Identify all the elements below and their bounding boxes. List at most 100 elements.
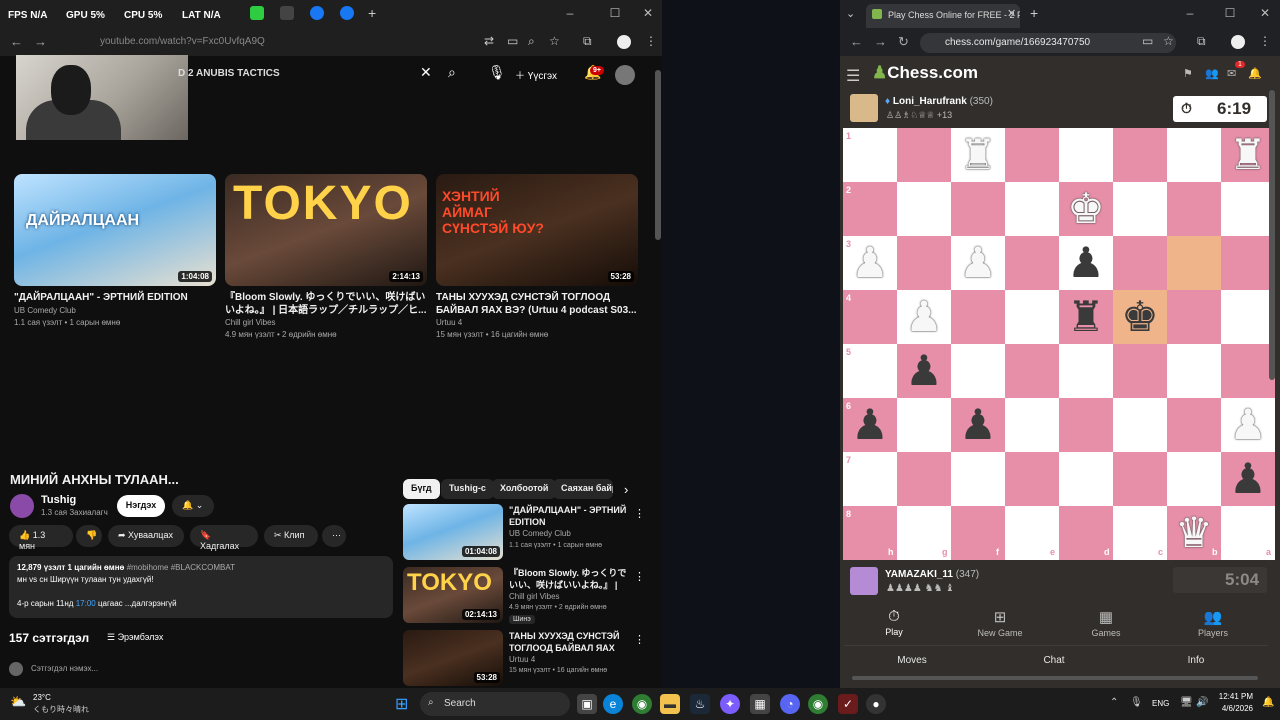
- square-c6[interactable]: [1113, 398, 1167, 452]
- chess-close-icon[interactable]: ✕: [1255, 6, 1275, 20]
- clip-button[interactable]: ✂ Клип: [264, 525, 318, 547]
- task-view-icon[interactable]: ▣: [577, 694, 597, 714]
- square-g1[interactable]: [897, 128, 951, 182]
- piece-b-d3[interactable]: ♟: [1059, 236, 1113, 290]
- copilot-icon[interactable]: ✦: [720, 694, 740, 714]
- more-actions-button[interactable]: ⋯: [322, 525, 346, 547]
- square-g7[interactable]: [897, 452, 951, 506]
- video-thumb-2[interactable]: TOKYO 2:14:13: [225, 174, 427, 286]
- square-b1[interactable]: [1167, 128, 1221, 182]
- tab-icon-facebook[interactable]: [340, 6, 354, 20]
- translate-icon[interactable]: ⇄: [484, 34, 494, 48]
- square-g3[interactable]: [897, 236, 951, 290]
- chess-forward-icon[interactable]: →: [874, 34, 887, 49]
- friends-icon[interactable]: 👥: [1205, 67, 1219, 80]
- square-c7[interactable]: [1113, 452, 1167, 506]
- profile-avatar[interactable]: [617, 35, 631, 49]
- square-b6[interactable]: [1167, 398, 1221, 452]
- edge-icon[interactable]: e: [603, 694, 623, 714]
- square-a3[interactable]: [1221, 236, 1275, 290]
- piece-b-f6[interactable]: ♟: [951, 398, 1005, 452]
- square-c2[interactable]: [1113, 182, 1167, 236]
- bookmark-star-icon[interactable]: ☆: [549, 34, 560, 48]
- chess-back-icon[interactable]: ←: [850, 34, 863, 49]
- square-b5[interactable]: [1167, 344, 1221, 398]
- video-title-3[interactable]: ТАНЫ ХУУХЭД СУНСТЭЙ ТОГЛООД БАЙВАЛ ЯАХ В…: [436, 291, 638, 317]
- app-icon[interactable]: ✓: [838, 694, 858, 714]
- clock-date[interactable]: 4/6/2026: [1210, 704, 1253, 713]
- piece-w-f3[interactable]: ♟: [951, 236, 1005, 290]
- square-e4[interactable]: [1005, 290, 1059, 344]
- piece-b-d4[interactable]: ♜: [1059, 290, 1113, 344]
- square-b2[interactable]: [1167, 182, 1221, 236]
- chess-menu-icon[interactable]: ⋮: [1259, 34, 1271, 48]
- add-comment-input[interactable]: Сэтгэгдэл нэмэх...: [31, 664, 98, 673]
- tab-icon-kick[interactable]: [250, 6, 264, 20]
- piece-b-h6[interactable]: ♟: [843, 398, 897, 452]
- square-g6[interactable]: [897, 398, 951, 452]
- chip-all[interactable]: Бүгд: [403, 479, 440, 499]
- video-title-2[interactable]: 『Bloom Slowly. ゆっくりでいい、咲けばいいよね。』 | 日本語ラッ…: [225, 291, 427, 317]
- square-e1[interactable]: [1005, 128, 1059, 182]
- tab-info[interactable]: Info: [1126, 655, 1266, 666]
- chess-h-scrollbar[interactable]: [852, 676, 1258, 680]
- video-thumb-3[interactable]: ХЭНТИЙ АЙМАГ СҮНСТЭЙ ЮУ? 53:28: [436, 174, 638, 286]
- cast-icon[interactable]: ▭: [507, 34, 518, 48]
- chip-from-tushig[interactable]: Tushig-с: [441, 479, 494, 499]
- notification-bell-button[interactable]: 🔔 ⌄: [172, 495, 214, 517]
- yt-search-input[interactable]: D 2 ANUBIS TACTICS: [170, 62, 440, 86]
- square-f4[interactable]: [951, 290, 1005, 344]
- top-player-name[interactable]: ♦ Loni_Harufrank (350): [885, 96, 993, 107]
- discord-icon[interactable]: ◔: [780, 694, 800, 714]
- square-h1[interactable]: [843, 128, 897, 182]
- chess-tab[interactable]: Play Chess Online for FREE - 2 P: [866, 4, 1020, 28]
- square-d6[interactable]: [1059, 398, 1113, 452]
- obs-icon[interactable]: ●: [866, 694, 886, 714]
- piece-w-d2[interactable]: ♚: [1059, 182, 1113, 236]
- join-button[interactable]: Нэгдэх: [117, 495, 165, 517]
- maximize-icon[interactable]: ☐: [605, 6, 625, 20]
- side-channel-3[interactable]: Urtuu 4: [509, 655, 535, 664]
- square-g2[interactable]: [897, 182, 951, 236]
- square-h7[interactable]: [843, 452, 897, 506]
- video-channel-1[interactable]: UB Comedy Club: [14, 306, 76, 315]
- square-b3[interactable]: [1167, 236, 1221, 290]
- video-channel-2[interactable]: Chill girl Vibes: [225, 318, 276, 327]
- new-tab-icon[interactable]: +: [368, 5, 376, 21]
- channel-name[interactable]: Tushig: [41, 494, 76, 506]
- square-f2[interactable]: [951, 182, 1005, 236]
- description-box[interactable]: 12,879 үзэлт 1 цагийн өмнө #mobihome #BL…: [9, 556, 393, 618]
- volume-icon[interactable]: 🔊: [1196, 697, 1208, 708]
- side-channel-2[interactable]: Chill girl Vibes: [509, 592, 560, 601]
- language-indicator[interactable]: ENG: [1152, 699, 1169, 708]
- weather-icon[interactable]: ⛅: [10, 694, 26, 710]
- square-e2[interactable]: [1005, 182, 1059, 236]
- side-menu-icon-2[interactable]: ⋮: [634, 570, 645, 583]
- share-button[interactable]: ➦ Хуваалцах: [108, 525, 184, 547]
- like-button[interactable]: 👍 1.3 мян: [9, 525, 73, 551]
- square-a4[interactable]: [1221, 290, 1275, 344]
- chess-new-tab-icon[interactable]: +: [1030, 5, 1038, 21]
- zoom-icon[interactable]: ⌕: [528, 34, 535, 49]
- square-h4[interactable]: [843, 290, 897, 344]
- dislike-button[interactable]: 👎: [76, 525, 102, 547]
- puzzle-icon[interactable]: ⚑: [1183, 67, 1193, 80]
- close-tab-icon[interactable]: ✕: [1007, 7, 1016, 20]
- square-a5[interactable]: [1221, 344, 1275, 398]
- square-c1[interactable]: [1113, 128, 1167, 182]
- weather-temp[interactable]: 23°C: [33, 693, 51, 702]
- taskbar-search[interactable]: ⌕ Search: [420, 692, 570, 716]
- square-f5[interactable]: [951, 344, 1005, 398]
- square-f7[interactable]: [951, 452, 1005, 506]
- square-b7[interactable]: [1167, 452, 1221, 506]
- video-thumb-1[interactable]: ДАЙРАЛЦААН 1:04:08: [14, 174, 216, 286]
- chess-ext-icon[interactable]: ⧉: [1197, 34, 1206, 49]
- minimize-icon[interactable]: –: [560, 6, 580, 20]
- video-channel-3[interactable]: Urtuu 4: [436, 318, 462, 327]
- side-thumb-3[interactable]: 53:28: [403, 630, 503, 686]
- chrome-icon-2[interactable]: ◉: [808, 694, 828, 714]
- side-thumb-2[interactable]: TOKYO 02:14:13: [403, 567, 503, 623]
- chess-profile-avatar[interactable]: [1231, 35, 1245, 49]
- sort-comments-button[interactable]: ☰ Эрэмбэлэх: [107, 632, 163, 643]
- square-c5[interactable]: [1113, 344, 1167, 398]
